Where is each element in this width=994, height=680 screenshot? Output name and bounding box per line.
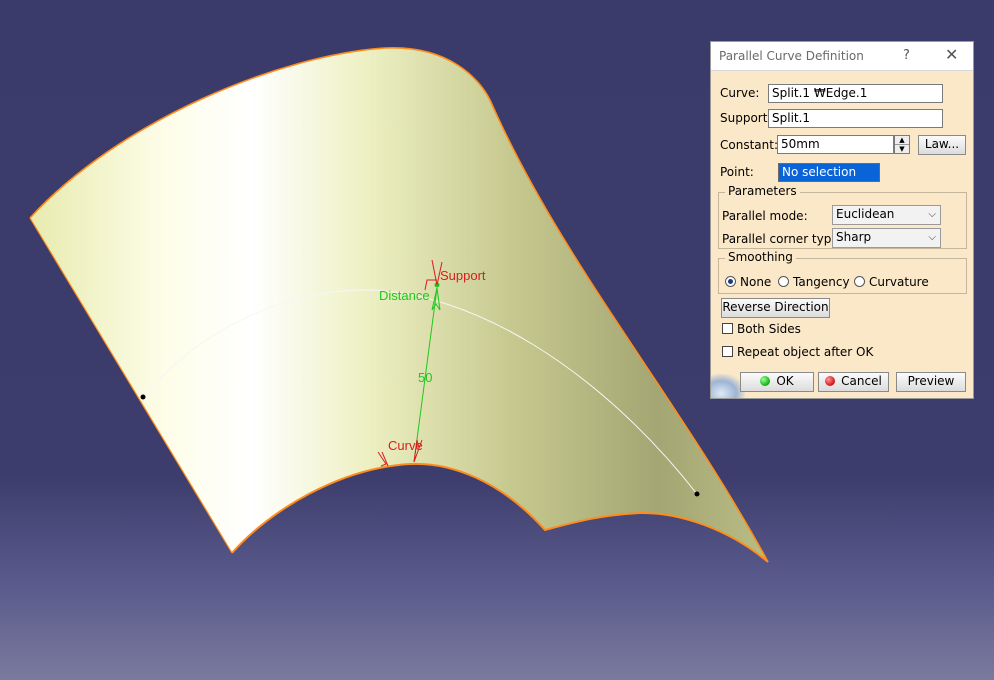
law-button[interactable]: Law... [918,135,966,155]
parallel-mode-value: Euclidean [836,207,895,221]
cancel-button[interactable]: Cancel [818,372,889,392]
green-led-icon [760,376,771,386]
constant-spinner[interactable]: ▲ ▼ [894,135,910,154]
repeat-object-checkbox[interactable] [722,346,733,357]
chevron-down-icon: ⌵ [928,232,936,243]
spin-up-icon[interactable]: ▲ [895,136,909,145]
cancel-label: Cancel [841,374,882,388]
corner-type-label: Parallel corner type: [722,232,843,246]
smoothing-none-radio[interactable] [725,276,736,287]
smoothing-curvature-radio[interactable] [854,276,865,287]
distance-value[interactable]: 50 [418,370,432,385]
support-label: Support: [720,111,772,125]
dialog-title: Parallel Curve Definition [719,49,864,63]
parallel-mode-label: Parallel mode: [722,209,808,223]
spin-down-icon[interactable]: ▼ [895,145,909,153]
curve-label: Curve: [720,86,760,100]
reverse-direction-button[interactable]: Reverse Direction [721,298,830,318]
parallel-curve-end-point[interactable] [694,491,700,497]
ok-button[interactable]: OK [740,372,814,392]
dialog-titlebar[interactable]: Parallel Curve Definition ? ✕ [711,42,973,71]
curve-label[interactable]: Curve [388,438,423,453]
smoothing-none-label[interactable]: None [740,275,771,289]
both-sides-label[interactable]: Both Sides [737,322,801,336]
distance-label[interactable]: Distance [379,288,430,303]
parallel-mode-combo[interactable]: Euclidean ⌵ [832,205,941,225]
constant-input[interactable]: 50mm [777,135,894,154]
smoothing-title: Smoothing [725,250,796,264]
support-label[interactable]: Support [440,268,486,283]
ok-label: OK [776,374,794,388]
corner-type-combo[interactable]: Sharp ⌵ [832,228,941,248]
preview-button[interactable]: Preview [896,372,966,392]
surface[interactable] [30,47,768,562]
smoothing-tangency-radio[interactable] [778,276,789,287]
smoothing-curvature-label[interactable]: Curvature [869,275,929,289]
parallel-curve-dialog: Parallel Curve Definition ? ✕ Curve: Spl… [710,41,974,399]
red-led-icon [825,376,836,386]
corner-type-value: Sharp [836,230,872,244]
smoothing-tangency-label[interactable]: Tangency [793,275,850,289]
both-sides-checkbox[interactable] [722,323,733,334]
close-icon[interactable]: ✕ [945,45,958,64]
parameters-title: Parameters [725,184,800,198]
parameters-group: Parameters Parallel mode: Euclidean ⌵ Pa… [718,184,967,249]
smoothing-group: Smoothing None Tangency Curvature [718,250,967,294]
point-label: Point: [720,165,754,179]
curve-field[interactable]: Split.1 ₩Edge.1 [768,84,943,103]
repeat-object-label[interactable]: Repeat object after OK [737,345,873,359]
support-field[interactable]: Split.1 [768,109,943,128]
constant-label: Constant: [720,138,778,152]
point-field[interactable]: No selection [778,163,880,182]
chevron-down-icon: ⌵ [928,209,936,220]
help-icon[interactable]: ? [903,48,910,63]
parallel-curve-start-point[interactable] [140,394,146,400]
